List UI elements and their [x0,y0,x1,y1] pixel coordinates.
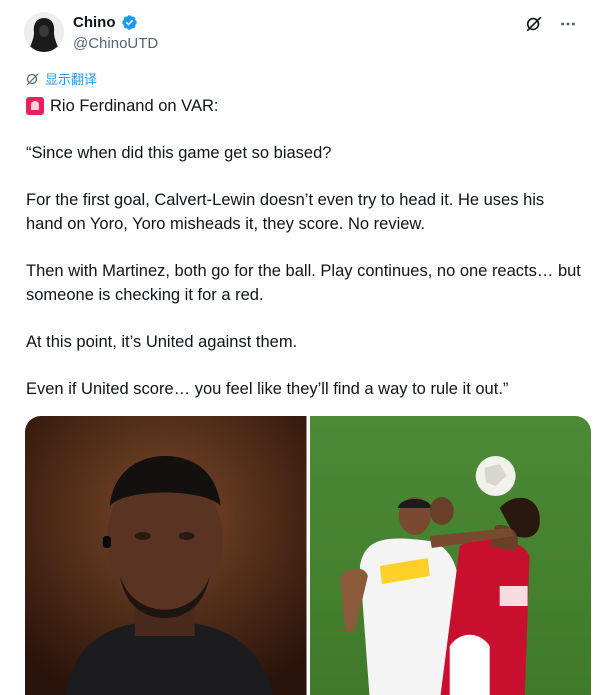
author-name-row: Chino [73,14,138,31]
display-name[interactable]: Chino [73,14,116,31]
tweet-card: Chino @ChinoUTD 显示翻译 Rio Ferdinand on VA… [0,0,594,695]
tweet-line-5: At this point, it’s United against them. [26,333,298,351]
avatar[interactable] [24,12,64,52]
more-dots-icon[interactable] [558,14,578,34]
rio-ferdinand-photo[interactable] [25,416,307,695]
tweet-line-2: “Since when did this game get so biased? [26,144,332,162]
match-header-photo[interactable] [309,416,591,695]
top-actions [524,14,578,34]
show-translation-link[interactable]: 显示翻译 [26,69,97,88]
tweet-line-3: For the first goal, Calvert-Lewin doesn’… [26,191,545,233]
verified-badge-icon [121,14,138,31]
tweet-text: Rio Ferdinand on VAR: “Since when did th… [26,94,581,424]
tweet-line-6: Even if United score… you feel like they… [26,380,509,398]
tweet-line-4: Then with Martinez, both go for the ball… [26,262,581,304]
media-grid [25,416,591,695]
show-translation-label: 显示翻译 [45,72,98,87]
grok-icon[interactable] [524,14,544,34]
hooded-figure-avatar-icon [24,12,64,52]
tweet-line-1: Rio Ferdinand on VAR: [26,94,581,118]
globe-icon [26,72,39,85]
handle[interactable]: @ChinoUTD [73,35,158,52]
siren-emoji-icon [26,97,44,115]
tweet-headline: Rio Ferdinand on VAR: [50,97,219,115]
